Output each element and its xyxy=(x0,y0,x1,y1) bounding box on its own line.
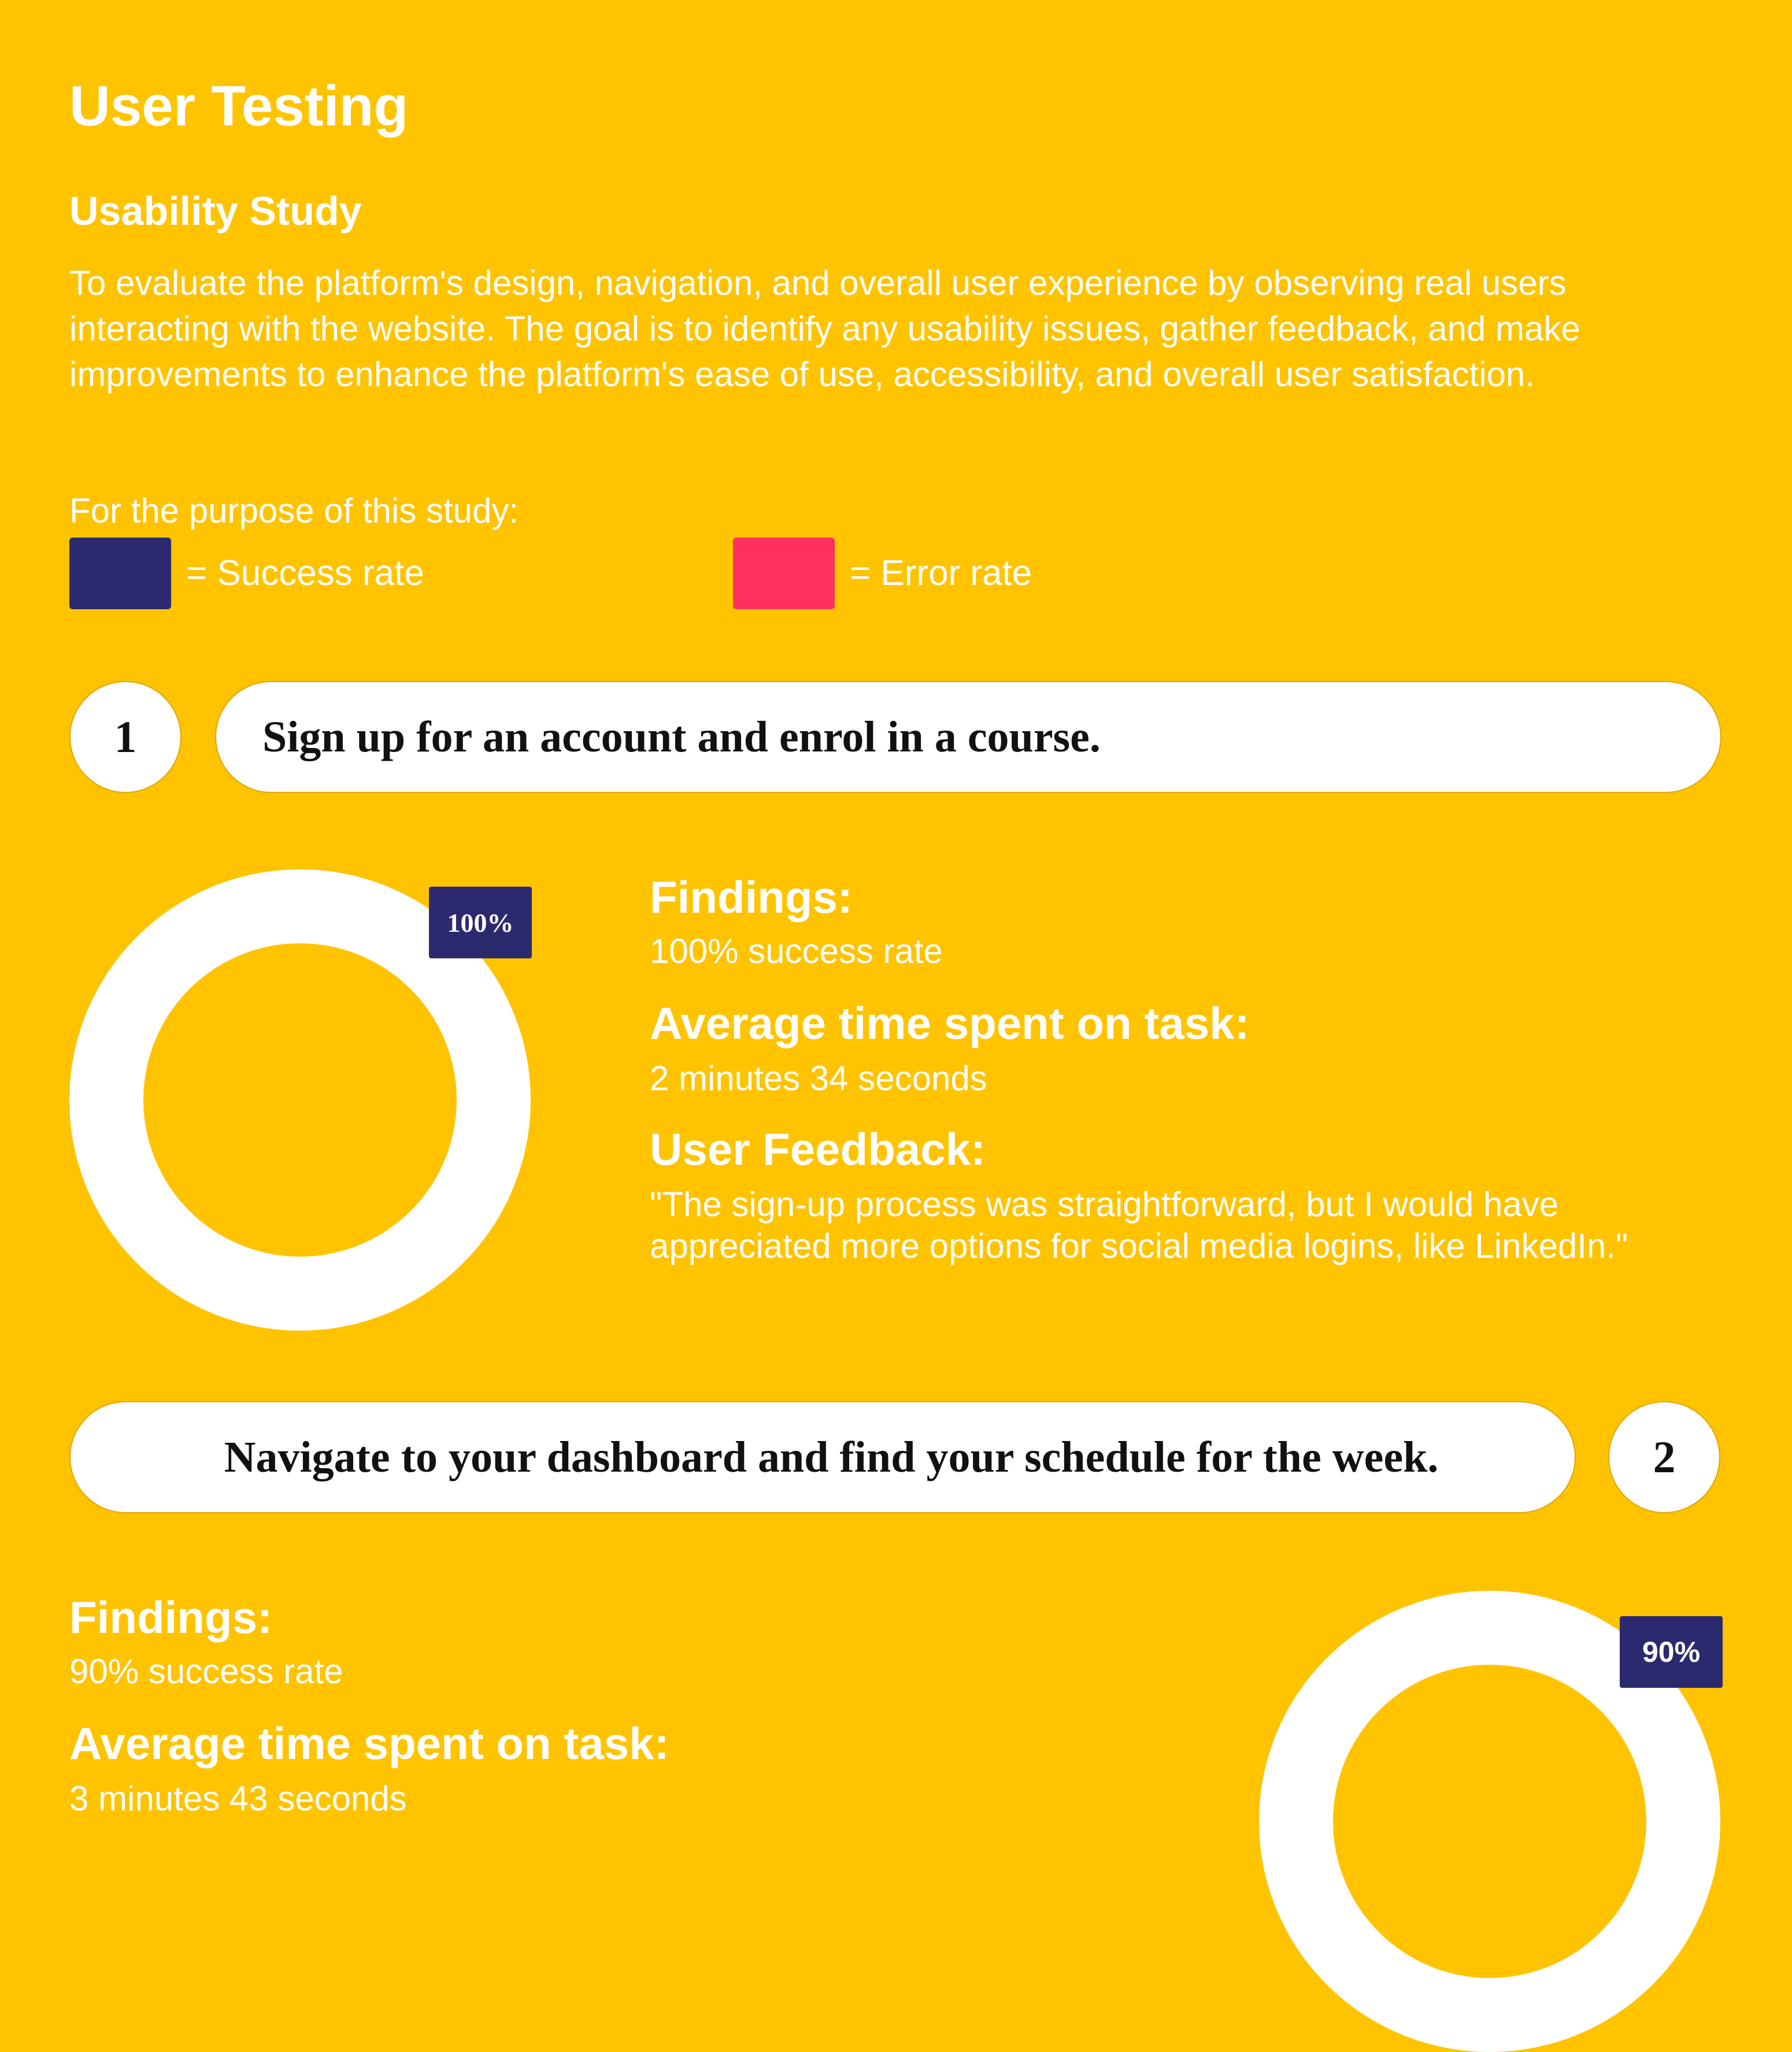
task-success-percent-badge: 100% xyxy=(429,887,532,958)
legend-purpose-text: For the purpose of this study: xyxy=(69,491,519,530)
time-text: 3 minutes 43 seconds xyxy=(69,1779,407,1818)
findings-text: 90% success rate xyxy=(69,1652,343,1691)
section-subtitle: Usability Study xyxy=(69,188,362,234)
success-rate-swatch xyxy=(69,538,171,609)
error-rate-swatch xyxy=(733,538,835,609)
intro-paragraph: To evaluate the platform's design, navig… xyxy=(69,264,1580,394)
feedback-quote: "The sign-up process was straightforward… xyxy=(650,1185,1628,1265)
task-success-percent-badge: 90% xyxy=(1620,1616,1723,1688)
time-text: 2 minutes 34 seconds xyxy=(650,1059,987,1098)
error-rate-label: = Error rate xyxy=(850,553,1032,593)
findings-text: 100% success rate xyxy=(650,932,943,971)
task-description-pill: Sign up for an account and enrol in a co… xyxy=(215,681,1721,793)
findings-heading: Findings: xyxy=(650,872,853,923)
time-heading: Average time spent on task: xyxy=(650,998,1250,1049)
findings-heading: Findings: xyxy=(69,1592,272,1643)
task-number-badge: 1 xyxy=(69,681,182,793)
success-rate-label: = Success rate xyxy=(186,553,424,593)
feedback-heading: User Feedback: xyxy=(650,1124,986,1175)
task-number-badge: 2 xyxy=(1608,1401,1720,1513)
task-description-pill: Navigate to your dashboard and find your… xyxy=(69,1401,1576,1513)
page-title: User Testing xyxy=(69,74,409,138)
time-heading: Average time spent on task: xyxy=(69,1718,669,1769)
